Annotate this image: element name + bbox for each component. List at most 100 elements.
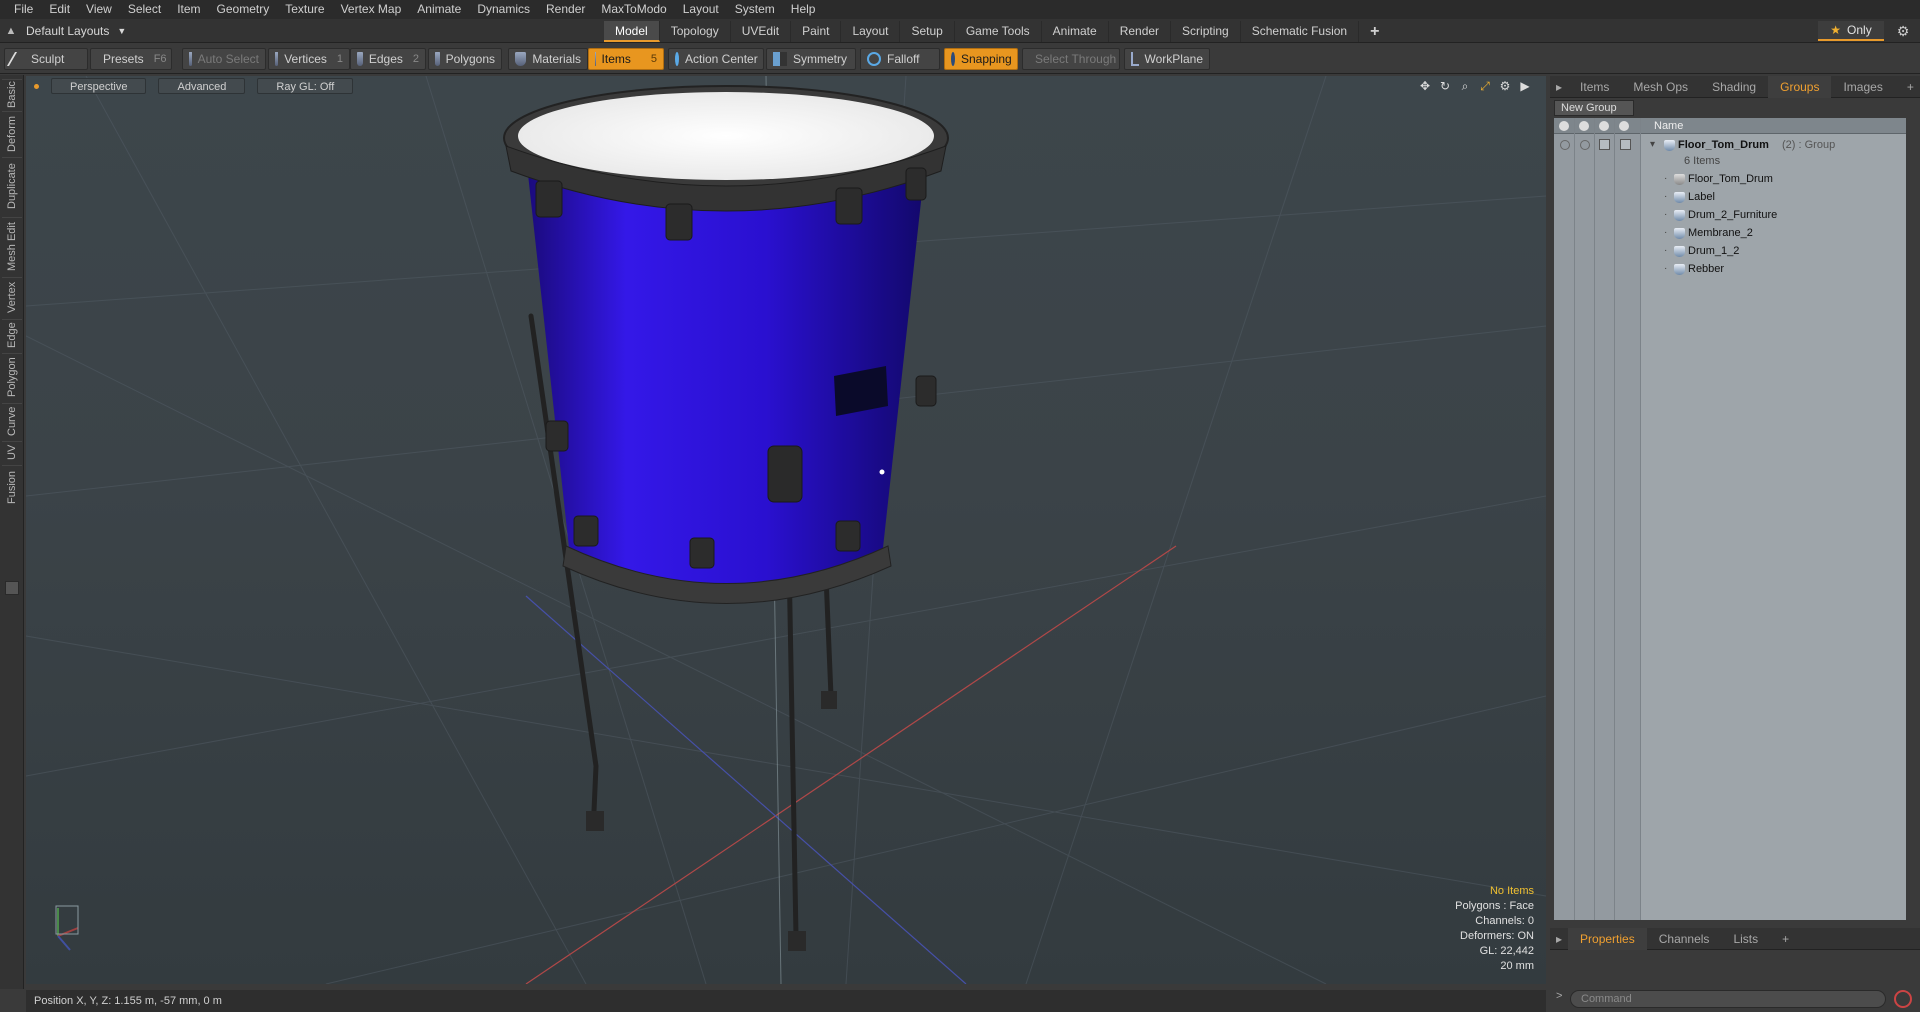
menu-texture[interactable]: Texture (277, 0, 332, 19)
menu-dynamics[interactable]: Dynamics (469, 0, 538, 19)
menu-view[interactable]: View (78, 0, 120, 19)
workplane-icon (1131, 52, 1139, 66)
add-tab-button[interactable]: + (1359, 21, 1390, 42)
tab-setup[interactable]: Setup (900, 21, 955, 42)
presets-button[interactable]: Presets F6 (90, 48, 172, 70)
menu-render[interactable]: Render (538, 0, 593, 19)
menu-animate[interactable]: Animate (409, 0, 469, 19)
tab-curve[interactable]: Curve (2, 403, 22, 439)
list-item[interactable]: · Floor_Tom_Drum (1554, 170, 1906, 188)
command-history-icon[interactable]: > (1556, 990, 1562, 1002)
list-item[interactable]: · Rebber (1554, 260, 1906, 278)
symmetry-button[interactable]: Symmetry (766, 48, 856, 70)
tab-channels[interactable]: Channels (1647, 928, 1722, 950)
lock-icon[interactable] (1599, 121, 1609, 131)
tab-lists[interactable]: Lists (1721, 928, 1770, 950)
tab-deform[interactable]: Deform (2, 111, 22, 155)
stop-icon[interactable] (1894, 990, 1912, 1008)
only-toggle[interactable]: ★ Only (1818, 21, 1884, 41)
action-center-button[interactable]: Action Center (668, 48, 764, 70)
workplane-button[interactable]: WorkPlane (1124, 48, 1210, 70)
select-icon[interactable] (1619, 121, 1629, 131)
pan-icon[interactable]: ✥ (1418, 79, 1432, 93)
sculpt-button[interactable]: Sculpt (4, 48, 88, 70)
menu-system[interactable]: System (727, 0, 783, 19)
3d-viewport[interactable]: Perspective Advanced Ray GL: Off ✥ ↻ ⌕ ⤢… (26, 76, 1546, 984)
materials-button[interactable]: Materials (508, 48, 588, 70)
viewport-menu-dot[interactable] (34, 83, 39, 89)
snapping-button[interactable]: Snapping (944, 48, 1018, 70)
menu-file[interactable]: File (6, 0, 41, 19)
x-axis (525, 545, 1177, 984)
menu-edit[interactable]: Edit (41, 0, 78, 19)
list-item[interactable]: · Membrane_2 (1554, 224, 1906, 242)
falloff-button[interactable]: Falloff (860, 48, 940, 70)
menu-item[interactable]: Item (169, 0, 208, 19)
tab-layout[interactable]: Layout (841, 21, 901, 42)
render-icon[interactable] (1579, 121, 1589, 131)
settings-icon[interactable]: ⚙ (1498, 79, 1512, 93)
list-item[interactable]: · Drum_1_2 (1554, 242, 1906, 260)
panel-menu-icon[interactable]: ▸ (1550, 928, 1568, 950)
list-item[interactable]: · Drum_2_Furniture (1554, 206, 1906, 224)
tab-render[interactable]: Render (1109, 21, 1172, 42)
vertices-button[interactable]: Vertices 1 (268, 48, 350, 70)
rotate-icon[interactable]: ↻ (1438, 79, 1452, 93)
maximize-icon[interactable]: ⤢ (1478, 79, 1492, 93)
tab-mesh-ops[interactable]: Mesh Ops (1621, 76, 1700, 98)
list-item[interactable]: · Label (1554, 188, 1906, 206)
menu-select[interactable]: Select (120, 0, 169, 19)
menu-help[interactable]: Help (783, 0, 824, 19)
command-input[interactable]: Command (1570, 990, 1886, 1008)
scene-canvas[interactable] (26, 76, 1546, 984)
menu-geometry[interactable]: Geometry (209, 0, 278, 19)
tab-uvedit[interactable]: UVEdit (731, 21, 792, 42)
edges-button[interactable]: Edges 2 (350, 48, 426, 70)
view-mode-button[interactable]: Perspective (51, 78, 147, 94)
add-panel-tab-button[interactable]: + (1895, 76, 1920, 98)
tab-properties[interactable]: Properties (1568, 927, 1647, 950)
tab-items[interactable]: Items (1568, 76, 1621, 98)
new-group-button[interactable]: New Group (1554, 100, 1634, 116)
tab-paint[interactable]: Paint (791, 21, 842, 42)
menu-maxtomodo[interactable]: MaxToModo (593, 0, 674, 19)
tab-shading[interactable]: Shading (1700, 76, 1768, 98)
collapse-icon[interactable]: ▲ (4, 24, 18, 38)
panel-menu-icon[interactable]: ▸ (1550, 76, 1568, 98)
polygons-button[interactable]: Polygons (428, 48, 502, 70)
tab-schematic-fusion[interactable]: Schematic Fusion (1241, 21, 1360, 42)
play-icon[interactable]: ▶ (1518, 79, 1532, 93)
menu-layout[interactable]: Layout (675, 0, 727, 19)
tab-model[interactable]: Model (604, 21, 660, 42)
tab-groups[interactable]: Groups (1768, 75, 1832, 98)
render-toggle-icon[interactable] (1580, 140, 1590, 150)
tab-uv[interactable]: UV (2, 441, 22, 463)
eye-icon[interactable] (1560, 140, 1570, 150)
tab-vertex[interactable]: Vertex (2, 277, 22, 317)
lock-checkbox[interactable] (1599, 139, 1610, 150)
tab-topology[interactable]: Topology (660, 21, 731, 42)
tab-fusion[interactable]: Fusion (2, 465, 22, 509)
menu-vertex-map[interactable]: Vertex Map (333, 0, 410, 19)
tab-images[interactable]: Images (1831, 76, 1894, 98)
select-checkbox[interactable] (1620, 139, 1631, 150)
tab-animate[interactable]: Animate (1042, 21, 1109, 42)
layout-selector[interactable]: ▲ Default Layouts ▼ (4, 21, 127, 41)
add-panel-tab-button[interactable]: + (1770, 928, 1801, 950)
items-button[interactable]: Items 5 (588, 48, 664, 70)
tab-game-tools[interactable]: Game Tools (955, 21, 1042, 42)
gear-icon[interactable]: ⚙ (1894, 22, 1912, 40)
tab-mesh-edit[interactable]: Mesh Edit (2, 217, 22, 275)
raygl-button[interactable]: Ray GL: Off (257, 78, 354, 94)
auto-select-button[interactable]: Auto Select (182, 48, 266, 70)
panel-toggle-button[interactable] (5, 581, 19, 595)
eye-icon[interactable] (1559, 121, 1569, 131)
zoom-icon[interactable]: ⌕ (1458, 79, 1472, 93)
shading-mode-button[interactable]: Advanced (158, 78, 246, 94)
select-through-button[interactable]: Select Through (1022, 48, 1120, 70)
tab-edge[interactable]: Edge (2, 319, 22, 351)
tab-scripting[interactable]: Scripting (1171, 21, 1241, 42)
tab-duplicate[interactable]: Duplicate (2, 157, 22, 215)
tab-polygon[interactable]: Polygon (2, 353, 22, 401)
tab-basic[interactable]: Basic (2, 79, 22, 109)
